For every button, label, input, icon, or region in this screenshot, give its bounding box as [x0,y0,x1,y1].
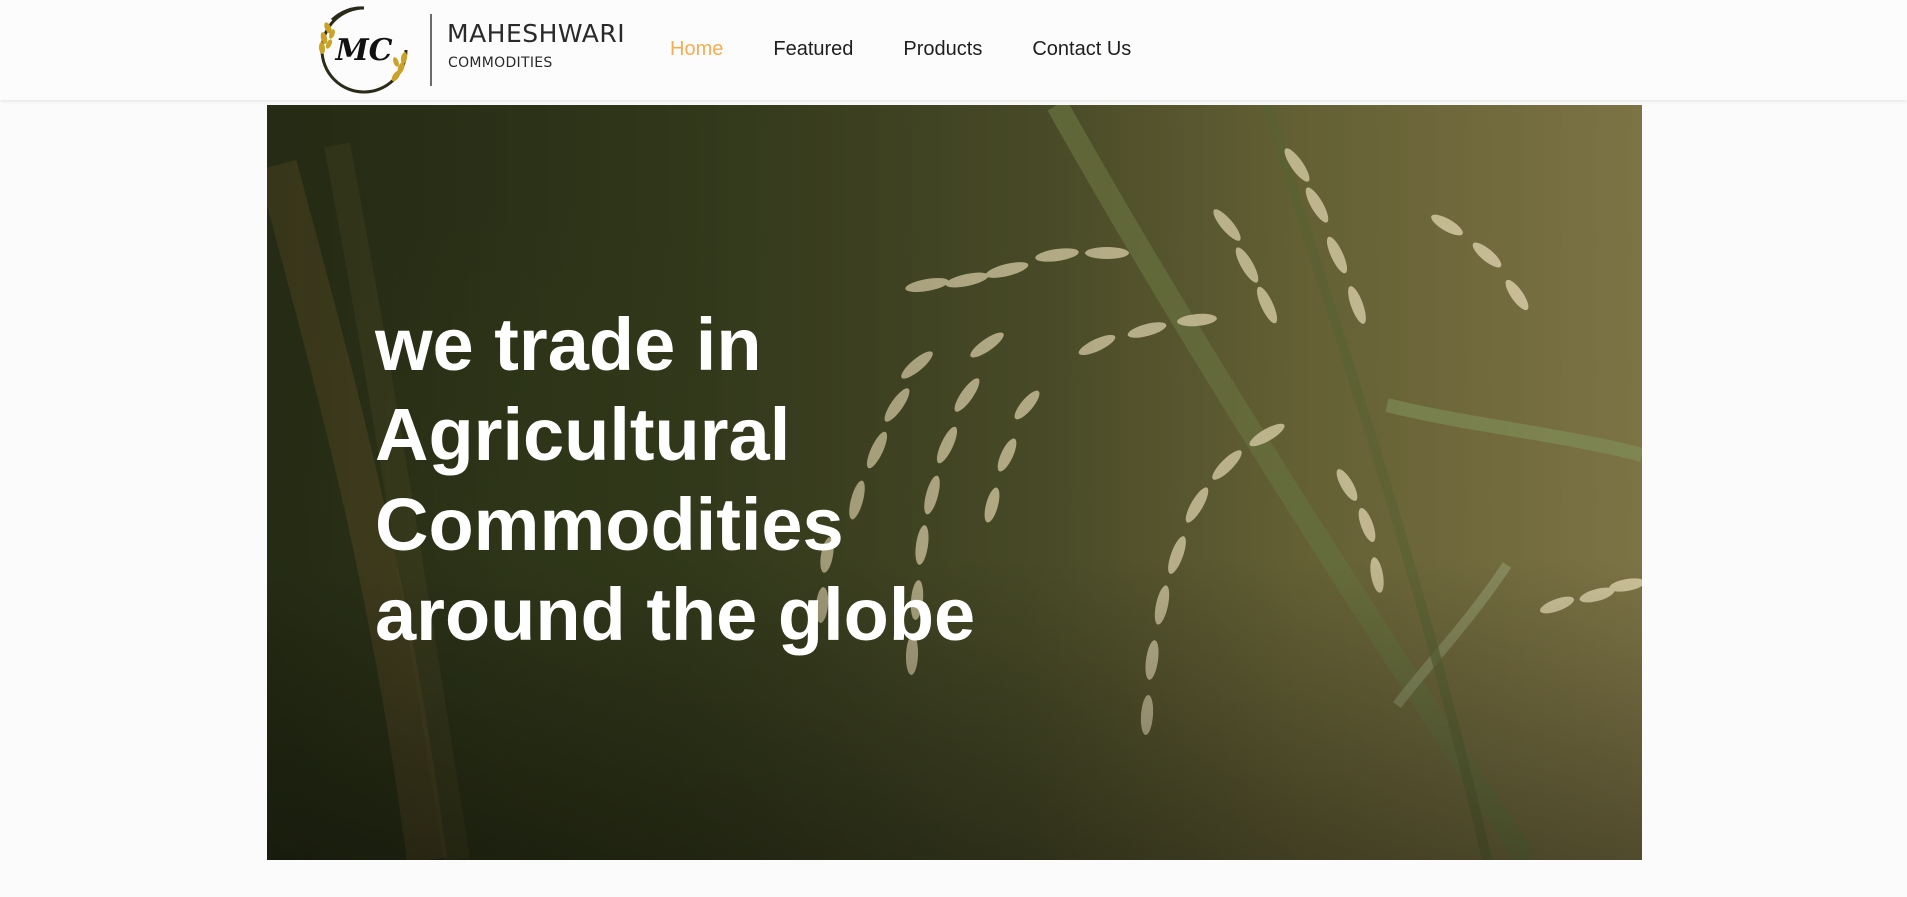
main-nav: Home Featured Products Contact Us [670,38,1131,61]
nav-products[interactable]: Products [903,38,982,61]
brand-logo[interactable]: MC MAHESHWARI COMMODITIES [312,2,625,98]
logo-wheat-icon: MC [318,6,408,94]
brand-name: MAHESHWARI [447,19,626,48]
hero-banner: we trade in Agricultural Commodities aro… [267,105,1642,860]
brand-subtitle: COMMODITIES [448,55,553,71]
nav-featured[interactable]: Featured [773,38,853,61]
nav-contact-us[interactable]: Contact Us [1032,38,1131,61]
logo-initials: MC [334,33,392,68]
logo-divider [430,14,432,86]
hero-heading: we trade in Agricultural Commodities aro… [375,303,976,656]
site-header: MC MAHESHWARI COMMODITIES Home Featured … [0,0,1907,100]
nav-home[interactable]: Home [670,38,723,61]
